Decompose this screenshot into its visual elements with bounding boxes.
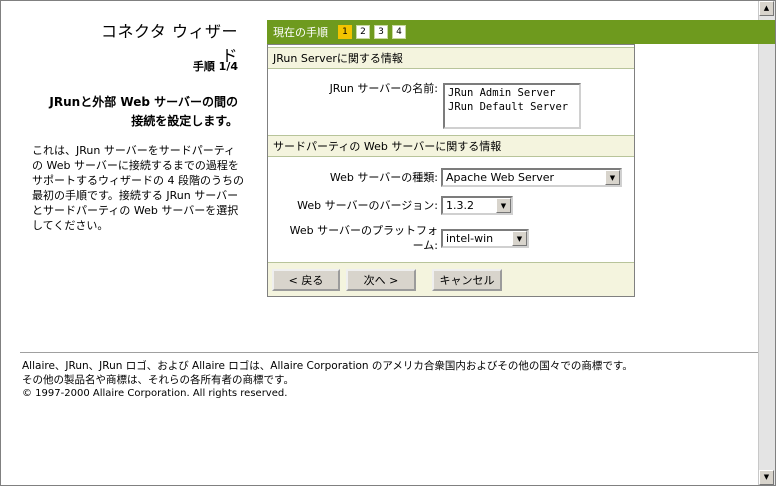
- step-indicator-text: 手順 1/4: [192, 60, 238, 73]
- cancel-button[interactable]: キャンセル: [432, 269, 502, 291]
- step-bar: 現在の手順 1 2 3 4: [267, 20, 775, 44]
- web-section-header: サードパーティの Web サーバーに関する情報: [268, 135, 634, 157]
- trademark-line: Allaire、JRun、JRun ロゴ、および Allaire ロゴは、All…: [22, 360, 633, 372]
- web-server-version-value: 1.3.2: [446, 199, 474, 212]
- trademark-others-line: その他の製品名や商標は、それらの各所有者の商標です。: [22, 374, 294, 386]
- vertical-scrollbar[interactable]: ▲ ▼: [758, 1, 775, 485]
- current-step-label: 現在の手順: [273, 26, 328, 39]
- chevron-down-icon[interactable]: ▼: [496, 198, 511, 213]
- back-button[interactable]: < 戻る: [272, 269, 340, 291]
- web-server-version-label: Web サーバーのバージョン:: [297, 199, 438, 212]
- jrun-section-body: JRun サーバーの名前: JRun Admin Server JRun Def…: [268, 69, 634, 135]
- footer: Allaire、JRun、JRun ロゴ、および Allaire ロゴは、All…: [22, 359, 742, 401]
- scroll-up-arrow-icon[interactable]: ▲: [759, 1, 774, 16]
- web-server-version-select[interactable]: 1.3.2 ▼: [441, 196, 513, 215]
- web-server-platform-label-line1: Web サーバーのプラットフォ: [289, 224, 438, 237]
- button-bar: < 戻る 次へ > キャンセル: [268, 262, 634, 296]
- jrun-server-listbox[interactable]: JRun Admin Server JRun Default Server: [443, 83, 581, 129]
- footer-divider: [20, 352, 758, 354]
- chevron-down-icon[interactable]: ▼: [512, 231, 527, 246]
- step-3-badge: 3: [374, 25, 388, 39]
- list-item[interactable]: JRun Admin Server: [448, 86, 576, 100]
- wizard-heading: JRunと外部 Web サーバーの間の 接続を設定します。: [22, 93, 238, 131]
- copyright-line: © 1997-2000 Allaire Corporation. All rig…: [22, 388, 288, 399]
- step-2-badge: 2: [356, 25, 370, 39]
- list-item[interactable]: JRun Default Server: [448, 100, 576, 114]
- web-section-body: Web サーバーの種類: Apache Web Server ▼ Web サーバ…: [268, 157, 634, 261]
- wizard-heading-line1: JRunと外部 Web サーバーの間の: [49, 95, 238, 109]
- jrun-section-header: JRun Serverに関する情報: [268, 47, 634, 69]
- next-button[interactable]: 次へ >: [346, 269, 416, 291]
- web-server-type-value: Apache Web Server: [446, 171, 555, 184]
- scroll-down-arrow-icon[interactable]: ▼: [759, 470, 774, 485]
- web-server-platform-value: intel-win: [446, 232, 494, 245]
- web-server-type-label: Web サーバーの種類:: [329, 171, 438, 184]
- web-server-platform-label-line2: ーム:: [412, 239, 438, 252]
- web-server-platform-select[interactable]: intel-win ▼: [441, 229, 529, 248]
- web-server-platform-label: Web サーバーのプラットフォ ーム:: [268, 223, 438, 253]
- jrun-server-name-label: JRun サーバーの名前:: [329, 82, 438, 95]
- wizard-description: これは、JRun サーバーをサードパーティの Web サーバーに接続するまでの過…: [32, 144, 244, 232]
- chevron-down-icon[interactable]: ▼: [605, 170, 620, 185]
- wizard-heading-line2: 接続を設定します。: [131, 114, 238, 128]
- wizard-panel: JRun Serverに関する情報 JRun サーバーの名前: JRun Adm…: [267, 44, 635, 297]
- web-server-type-select[interactable]: Apache Web Server ▼: [441, 168, 622, 187]
- step-4-badge: 4: [392, 25, 406, 39]
- step-1-badge: 1: [338, 25, 352, 39]
